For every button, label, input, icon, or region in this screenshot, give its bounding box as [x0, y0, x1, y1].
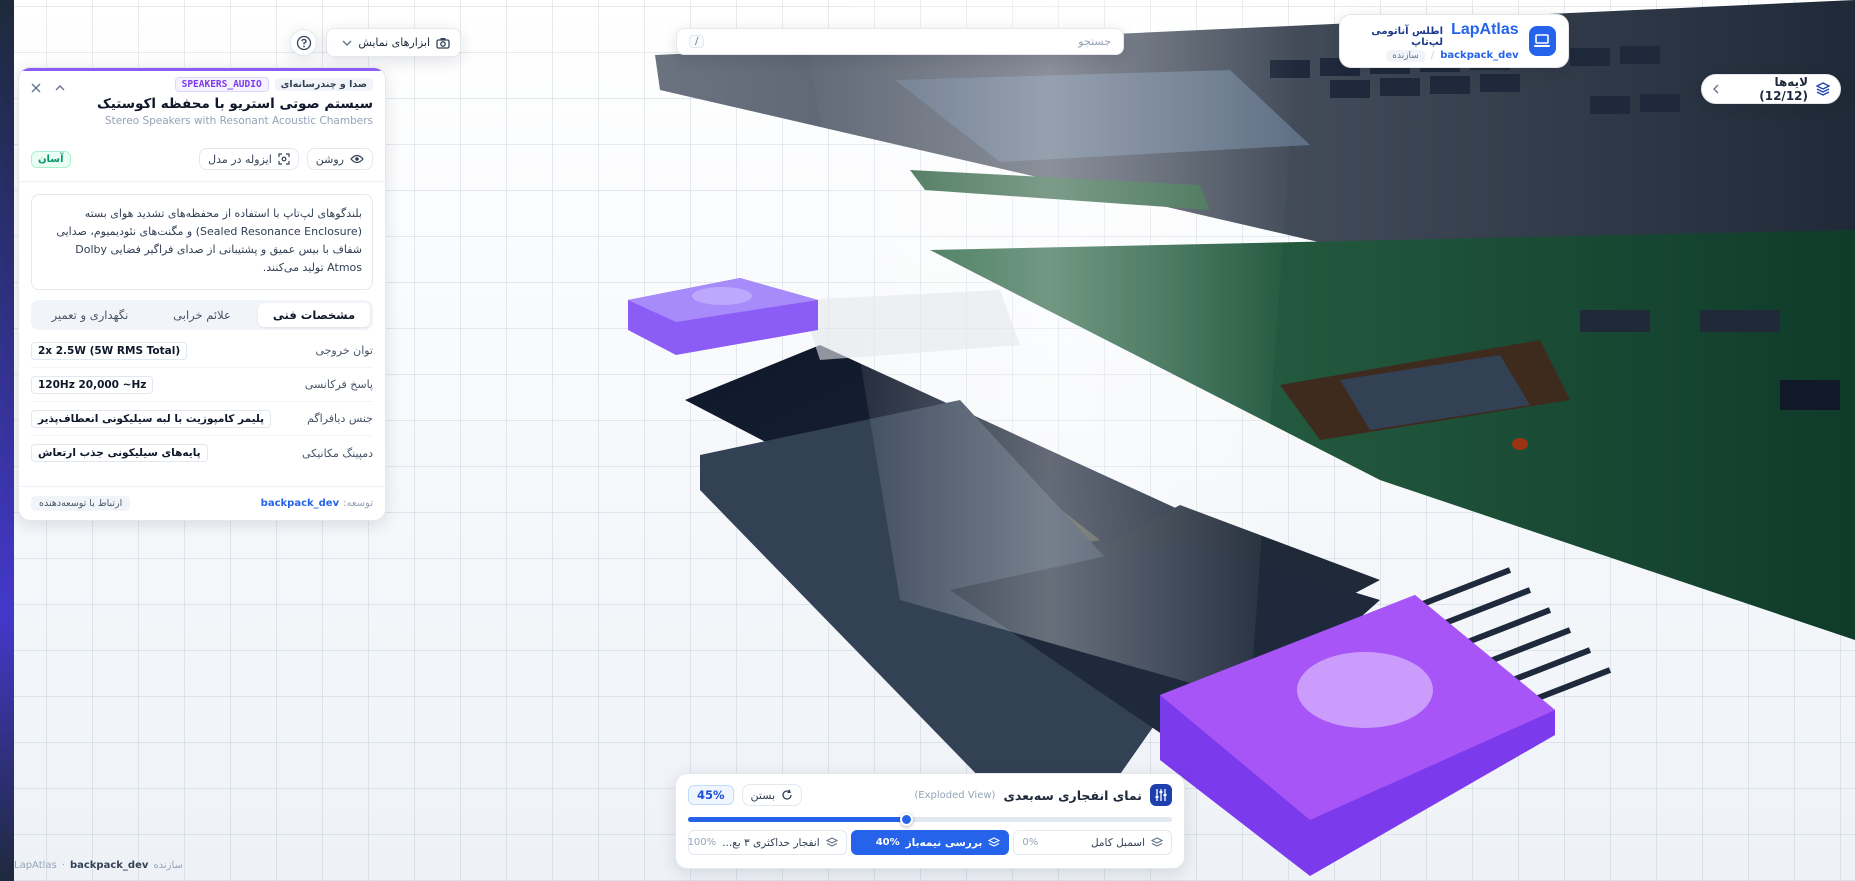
- preset-half-open[interactable]: بررسی نیمه‌باز 40%: [850, 830, 1010, 855]
- explode-slider[interactable]: [688, 813, 1172, 826]
- chevron-left-icon: [1712, 84, 1720, 94]
- spec-value: 120Hz 20,000 ~Hz: [31, 375, 154, 394]
- isolate-label: ایزوله در مدل: [208, 152, 272, 166]
- spec-value: پایه‌های سیلیکونی جذب ارتعاش: [31, 444, 208, 462]
- slider-handle[interactable]: [899, 813, 913, 826]
- brand-card: LapAtlas اطلس آناتومی لپ‌تاپ backpack_de…: [1339, 14, 1569, 68]
- explode-percent: 45%: [688, 785, 734, 805]
- tab-specs[interactable]: مشخصات فنی: [258, 303, 370, 327]
- footer-developer[interactable]: backpack_dev: [70, 860, 148, 871]
- chevron-up-icon[interactable]: [55, 83, 65, 93]
- stack-icon: [988, 836, 1001, 849]
- developer-link[interactable]: backpack_dev: [261, 498, 339, 509]
- left-edge: [0, 0, 14, 881]
- component-code-tag: SPEAKERS_AUDIO: [174, 77, 269, 92]
- spec-label: پاسخ فرکانسی: [304, 378, 373, 391]
- spec-label: توان خروجی: [315, 344, 373, 357]
- preset-max-explode[interactable]: انفجار حداکثری ۳ بع... 100%: [687, 830, 847, 855]
- spec-list: توان خروجی 2x 2.5W (5W RMS Total) پاسخ ف…: [31, 334, 373, 470]
- focus-icon: [278, 153, 290, 165]
- close-exploded-button[interactable]: بستن: [741, 784, 803, 806]
- brand-developer: backpack_dev: [1440, 50, 1519, 61]
- layers-icon: [1816, 82, 1830, 96]
- preset-label: اسمبل کامل: [1090, 836, 1145, 849]
- speaker-left[interactable]: [628, 278, 818, 355]
- close-icon[interactable]: [31, 83, 41, 93]
- spec-row: دمپینگ مکانیکی پایه‌های سیلیکونی جذب ارت…: [31, 436, 373, 470]
- tab-maintenance[interactable]: نگهداری و تعمیر: [34, 303, 146, 327]
- chevron-down-icon: [342, 40, 352, 46]
- footer-app: LapAtlas: [14, 860, 57, 871]
- camera-icon: [436, 37, 450, 49]
- isolate-button[interactable]: ایزوله در مدل: [199, 148, 299, 170]
- preset-assembled[interactable]: اسمبل کامل 0%: [1013, 830, 1172, 855]
- spec-label: جنس دیافراگم: [307, 412, 373, 425]
- stack-icon: [1151, 836, 1163, 849]
- refresh-icon: [781, 789, 793, 801]
- spec-row: پاسخ فرکانسی 120Hz 20,000 ~Hz: [31, 368, 373, 402]
- preset-label: بررسی نیمه‌باز: [905, 836, 983, 849]
- exploded-title: نمای انفجاری سه‌بعدی: [1003, 787, 1142, 803]
- spec-row: جنس دیافراگم پلیمر کامپوزیت با لبه سیلیک…: [31, 402, 373, 436]
- brand-subtitle: اطلس آناتومی لپ‌تاپ: [1371, 25, 1444, 48]
- layers-button[interactable]: لایه‌ها (12/12): [1701, 74, 1841, 104]
- exploded-subtitle: (Exploded View): [914, 789, 996, 801]
- help-icon: [296, 35, 312, 51]
- view-tools-label: ابزارهای نمایش: [358, 36, 430, 49]
- component-title-en: Stereo Speakers with Resonant Acoustic C…: [104, 115, 373, 127]
- eye-icon: [350, 154, 364, 164]
- preset-value: 40%: [875, 837, 900, 848]
- spec-value: 2x 2.5W (5W RMS Total): [31, 341, 188, 360]
- brand-name: LapAtlas: [1451, 20, 1519, 38]
- search-input[interactable]: جستجو /: [676, 28, 1124, 55]
- preset-value: 0%: [1022, 837, 1039, 848]
- developer-credit: توسعه:backpack_dev: [260, 498, 373, 509]
- laptop-icon: [1528, 26, 1556, 56]
- contact-developer-button[interactable]: ارتباط با توسعه‌دهنده: [31, 496, 131, 511]
- preset-label: انفجار حداکثری ۳ بع...: [722, 836, 820, 849]
- search-shortcut: /: [689, 35, 705, 48]
- search-placeholder: جستجو: [1078, 35, 1111, 48]
- footer-role: سازنده: [153, 860, 183, 871]
- detail-tabs: مشخصات فنی علائم خرابی نگهداری و تعمیر: [31, 300, 373, 330]
- spec-label: دمپینگ مکانیکی: [301, 446, 373, 460]
- slider-fill: [688, 817, 906, 822]
- brand-role: سازنده: [1386, 49, 1425, 62]
- exploded-view-panel: نمای انفجاری سه‌بعدی (Exploded View) بست…: [675, 773, 1185, 869]
- component-title: سیستم صوتی استریو با محفظه اکوستیک: [96, 96, 373, 112]
- help-button[interactable]: [290, 29, 317, 56]
- difficulty-badge: آسان: [31, 150, 71, 168]
- layers-label: لایه‌ها (12/12): [1759, 75, 1808, 103]
- footer-credit: سازنده backpack_dev · LapAtlas: [14, 860, 183, 871]
- light-toggle-button[interactable]: روشن: [306, 148, 373, 170]
- category-tag: صدا و چندرسانه‌ای: [274, 78, 373, 91]
- view-tools-button[interactable]: ابزارهای نمایش: [326, 28, 461, 57]
- component-detail-panel: صدا و چندرسانه‌ای SPEAKERS_AUDIO سیستم ص…: [18, 67, 386, 521]
- spec-row: توان خروجی 2x 2.5W (5W RMS Total): [31, 334, 373, 368]
- spec-value: پلیمر کامپوزیت با لبه سیلیکونی انعطاف‌پذ…: [31, 409, 272, 428]
- preset-value: 100%: [687, 837, 717, 848]
- component-description: بلندگوهای لپ‌تاپ با استفاده از محفظه‌های…: [31, 194, 373, 290]
- stack-icon: [825, 836, 838, 849]
- sliders-icon: [1150, 784, 1172, 806]
- tab-symptoms[interactable]: علائم خرابی: [146, 303, 258, 327]
- close-exploded-label: بستن: [750, 788, 776, 802]
- light-toggle-label: روشن: [315, 152, 344, 166]
